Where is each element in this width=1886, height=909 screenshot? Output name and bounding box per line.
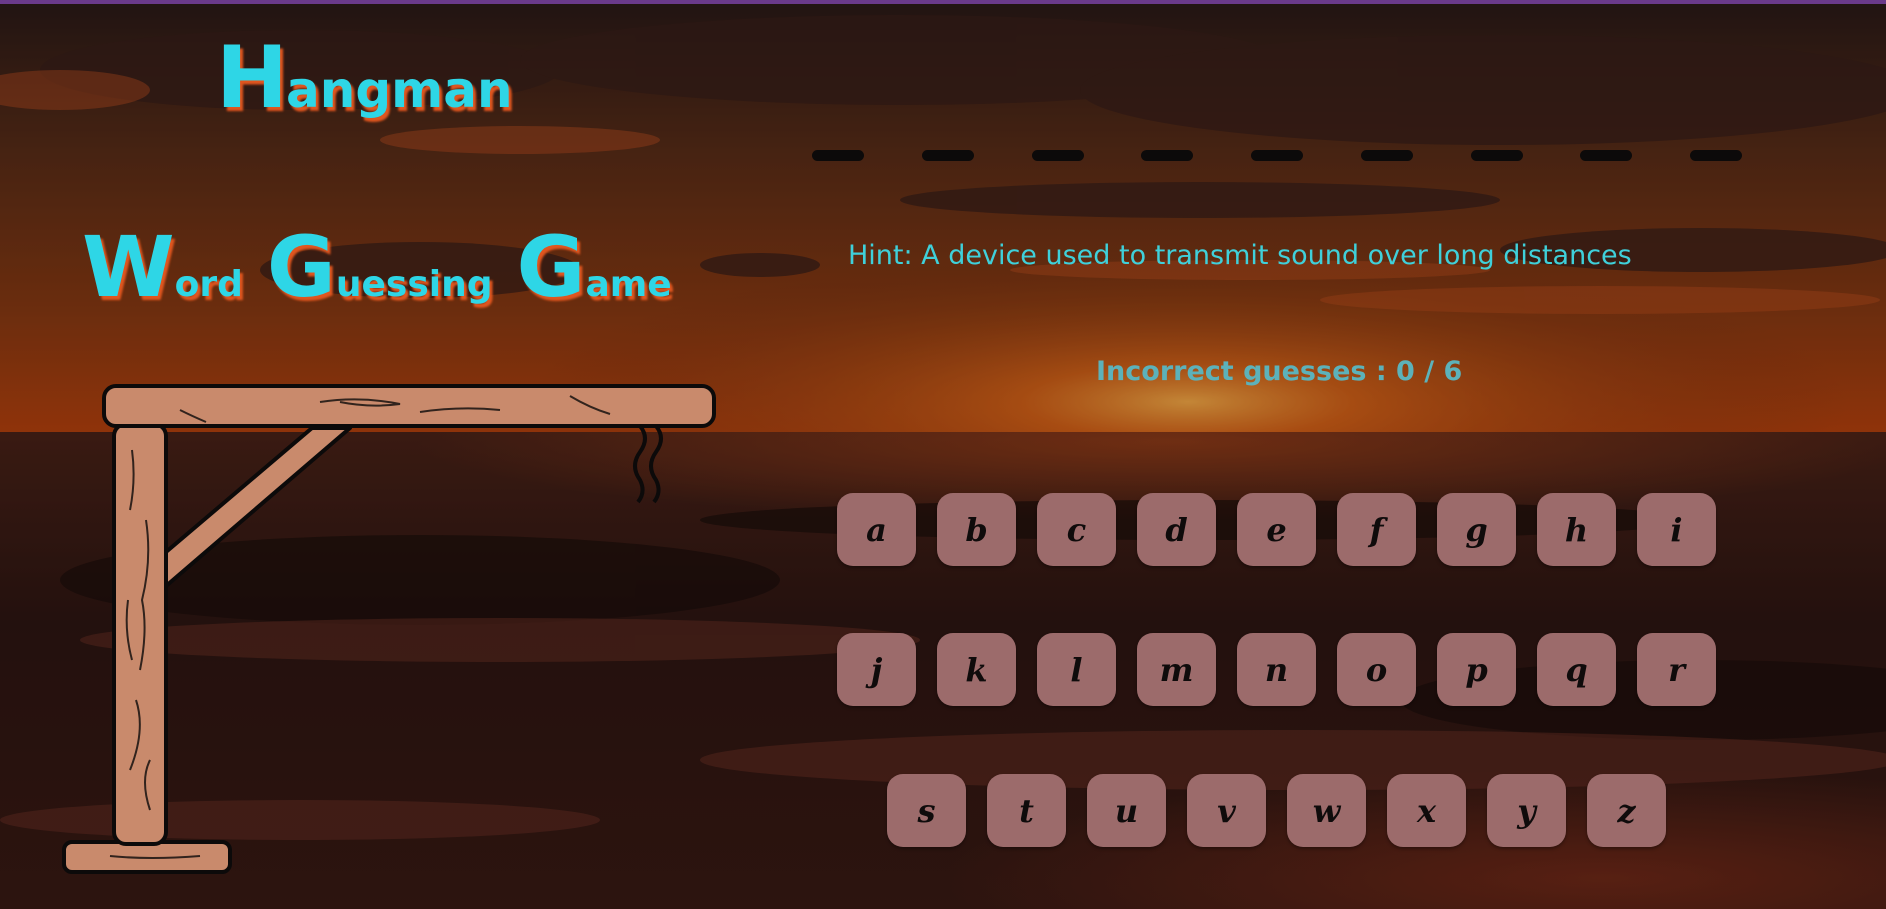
subtitle-cap: G: [266, 218, 336, 316]
letter-slot: [921, 150, 974, 161]
letter-key-f[interactable]: f: [1337, 493, 1416, 566]
letter-slot: [1141, 150, 1194, 161]
letter-key-l[interactable]: l: [1037, 633, 1116, 706]
letter-key-m[interactable]: m: [1137, 633, 1216, 706]
letter-key-u[interactable]: u: [1087, 774, 1166, 847]
incorrect-guesses-counter: Incorrect guesses : 0 / 6: [1096, 356, 1463, 387]
letter-key-p[interactable]: p: [1437, 633, 1516, 706]
letter-key-x[interactable]: x: [1387, 774, 1466, 847]
subtitle-rest: ord: [174, 264, 243, 305]
letter-key-o[interactable]: o: [1337, 633, 1416, 706]
letter-slot: [1690, 150, 1742, 161]
letter-slot: [1580, 150, 1633, 161]
subtitle-word: Word: [82, 218, 243, 316]
letter-key-c[interactable]: c: [1037, 493, 1116, 566]
game-title: Hangman: [216, 28, 513, 128]
letter-key-y[interactable]: y: [1487, 774, 1566, 847]
letter-key-v[interactable]: v: [1187, 774, 1266, 847]
letter-key-k[interactable]: k: [937, 633, 1016, 706]
keyboard-row: stuvwxyz: [887, 774, 1666, 847]
letter-slot: [1251, 150, 1303, 161]
letter-slot: [1360, 150, 1413, 161]
subtitle-cap: G: [516, 218, 586, 316]
letter-key-z[interactable]: z: [1587, 774, 1666, 847]
title-rest: angman: [285, 61, 513, 119]
hint-text: Hint: A device used to transmit sound ov…: [848, 240, 1632, 271]
word-slots: [812, 150, 1742, 162]
letter-key-b[interactable]: b: [937, 493, 1016, 566]
letter-key-t[interactable]: t: [987, 774, 1066, 847]
keyboard-row: abcdefghi: [837, 493, 1716, 566]
subtitle-cap: W: [82, 218, 175, 316]
letter-key-a[interactable]: a: [837, 493, 916, 566]
background-image: [0, 0, 1886, 909]
letter-key-s[interactable]: s: [887, 774, 966, 847]
title-cap: H: [216, 28, 288, 128]
letter-key-h[interactable]: h: [1537, 493, 1616, 566]
subtitle-rest: uessing: [335, 264, 493, 305]
letter-key-e[interactable]: e: [1237, 493, 1316, 566]
letter-key-q[interactable]: q: [1537, 633, 1616, 706]
letter-slot: [812, 150, 864, 161]
subtitle-rest: ame: [585, 264, 672, 305]
letter-key-n[interactable]: n: [1237, 633, 1316, 706]
letter-key-g[interactable]: g: [1437, 493, 1516, 566]
keyboard-row: jklmnopqr: [837, 633, 1716, 706]
window-top-border: [0, 0, 1886, 4]
subtitle-word: Guessing: [267, 218, 493, 316]
letter-key-r[interactable]: r: [1637, 633, 1716, 706]
letter-key-w[interactable]: w: [1287, 774, 1366, 847]
game-subtitle: Word Guessing Game: [82, 218, 672, 316]
letter-slot: [1470, 150, 1523, 161]
letter-key-j[interactable]: j: [837, 633, 916, 706]
letter-key-d[interactable]: d: [1137, 493, 1216, 566]
subtitle-word: Game: [517, 218, 672, 316]
letter-slot: [1031, 150, 1084, 161]
letter-key-i[interactable]: i: [1637, 493, 1716, 566]
